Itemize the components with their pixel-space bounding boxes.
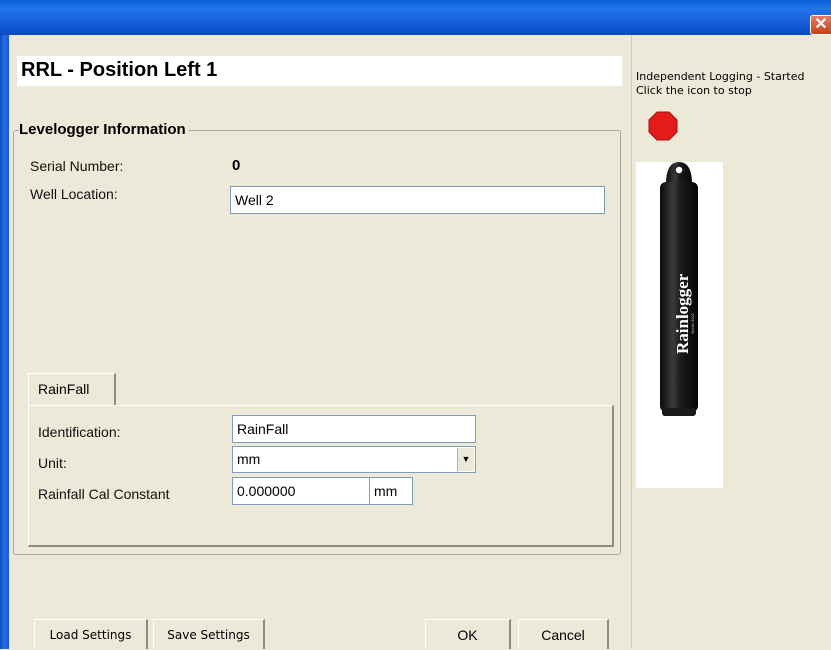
close-button[interactable]: ✕ [810, 15, 831, 35]
well-location-input[interactable]: Well 2 [230, 186, 605, 214]
serial-number-value: 0 [232, 157, 241, 174]
device-model-text: Model 3002 [690, 312, 695, 334]
chevron-down-icon[interactable]: ▼ [457, 448, 474, 471]
serial-number-label: Serial Number: [30, 158, 124, 174]
well-location-label: Well Location: [30, 186, 118, 202]
rainfall-cal-constant-input[interactable]: 0.000000 [232, 477, 370, 505]
identification-label: Identification: [38, 424, 121, 440]
rainfall-cal-constant-label: Rainfall Cal Constant [38, 486, 170, 502]
rainfall-cal-constant-unit: mm [369, 477, 413, 505]
cancel-button[interactable]: Cancel [518, 619, 609, 649]
logging-status-text: Independent Logging - Started [636, 70, 805, 83]
close-icon: ✕ [814, 16, 828, 33]
tab-rainfall[interactable]: RainFall [28, 373, 116, 406]
identification-input[interactable]: RainFall [232, 415, 476, 443]
rainlogger-device-illustration: Rainlogger Model 3002 [660, 162, 698, 416]
device-image: Rainlogger Model 3002 [636, 162, 723, 488]
unit-select-value: mm [237, 451, 261, 467]
page-title: RRL - Position Left 1 [21, 59, 218, 81]
tab-rainfall-label: RainFall [38, 381, 90, 397]
group-title: Levelogger Information [19, 121, 189, 138]
unit-label: Unit: [38, 455, 67, 471]
window-titlebar[interactable]: ✕ [0, 0, 831, 35]
ok-button[interactable]: OK [425, 619, 511, 649]
load-settings-button[interactable]: Load Settings [34, 619, 148, 649]
logging-hint-text: Click the icon to stop [636, 84, 752, 97]
window-left-border [0, 35, 9, 649]
stop-sign-icon[interactable] [648, 111, 678, 141]
unit-select[interactable]: mm ▼ [232, 446, 476, 473]
save-settings-button[interactable]: Save Settings [153, 619, 265, 649]
